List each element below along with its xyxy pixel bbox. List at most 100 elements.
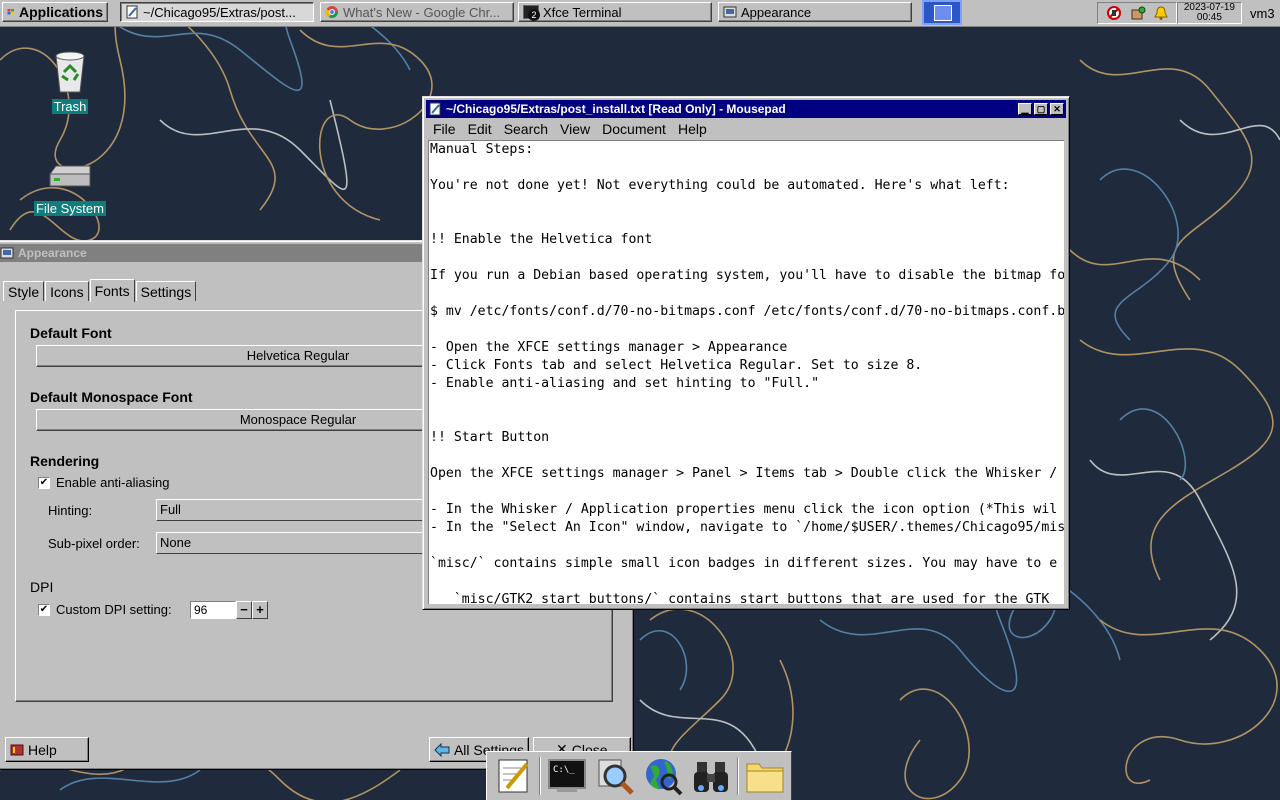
search-icon <box>598 759 634 795</box>
dpi-heading: DPI <box>30 579 54 595</box>
task-label: What's New - Google Chr... <box>343 4 501 20</box>
menu-view[interactable]: View <box>554 121 596 137</box>
custom-dpi-row[interactable]: ✔ Custom DPI setting: <box>38 602 172 617</box>
xfce-logo-icon <box>7 9 14 15</box>
text-line <box>429 285 1064 303</box>
dpi-spinner[interactable]: − + <box>190 601 268 619</box>
notification-bell-icon[interactable] <box>1154 6 1168 20</box>
menu-edit[interactable]: Edit <box>462 121 498 137</box>
help-button[interactable]: Help <box>5 737 89 762</box>
text-line: Open the XFCE settings manager > Panel >… <box>430 466 1058 481</box>
mousepad-titlebar[interactable]: ~/Chicago95/Extras/post_install.txt [Rea… <box>426 100 1066 118</box>
text-line <box>429 393 1064 411</box>
clock-area[interactable]: 2023-07-19 00:45 <box>1176 2 1242 24</box>
desktop-icon-file-system[interactable]: File System <box>30 160 110 216</box>
applications-menu-button[interactable]: Applications <box>2 2 108 22</box>
text-line: If you run a Debian based operating syst… <box>430 268 1064 283</box>
task-mousepad[interactable]: ~/Chicago95/Extras/post... <box>120 2 314 22</box>
menu-file[interactable]: File <box>427 121 462 137</box>
chrome-icon <box>325 6 338 18</box>
mousepad-menubar: File Edit Search View Document Help <box>427 119 1065 139</box>
task-chrome[interactable]: What's New - Google Chr... <box>320 2 514 22</box>
dpi-increment-button[interactable]: + <box>252 601 268 619</box>
task-label: Appearance <box>741 4 812 20</box>
antialias-checkbox[interactable]: ✔ <box>38 476 50 489</box>
help-book-icon <box>10 744 24 755</box>
text-line <box>429 321 1064 339</box>
appearance-icon <box>0 247 14 259</box>
desktop-icon-trash[interactable]: Trash <box>30 46 110 114</box>
dock-text-editor[interactable] <box>491 754 535 798</box>
applications-label: Applications <box>18 4 103 20</box>
task-label: ~/Chicago95/Extras/post... <box>143 4 296 20</box>
folder-icon <box>746 763 784 793</box>
clock-time: 00:45 <box>1196 12 1222 23</box>
network-disconnected-icon[interactable] <box>1106 5 1122 21</box>
mousepad-text-area[interactable]: Manual Steps: You're not done yet! Not ev… <box>428 140 1064 604</box>
mousepad-icon <box>429 102 441 116</box>
task-terminal[interactable]: 2 Xfce Terminal <box>518 2 712 22</box>
task-label: Xfce Terminal <box>543 4 622 20</box>
text-line: `misc/` contains simple small icon badge… <box>430 556 1058 571</box>
mousepad-window: ~/Chicago95/Extras/post_install.txt [Rea… <box>422 96 1070 610</box>
desktop-icon-label: Trash <box>51 99 89 114</box>
close-window-button[interactable]: ✕ <box>1050 103 1064 115</box>
notification-area <box>1096 2 1177 24</box>
svg-text:C:\_: C:\_ <box>553 765 575 775</box>
custom-dpi-checkbox[interactable]: ✔ <box>38 603 50 616</box>
text-line: - Open the XFCE settings manager > Appea… <box>430 340 788 355</box>
mono-font-heading: Default Monospace Font <box>30 389 193 405</box>
dpi-input[interactable] <box>190 601 236 619</box>
text-line <box>429 159 1064 177</box>
workspace-switcher[interactable] <box>922 0 962 25</box>
menu-search[interactable]: Search <box>498 121 554 137</box>
binoculars-icon <box>694 762 728 792</box>
text-line <box>429 249 1064 267</box>
rendering-heading: Rendering <box>30 453 100 469</box>
antialias-row[interactable]: ✔ Enable anti-aliasing <box>38 475 169 490</box>
menu-help[interactable]: Help <box>672 121 713 137</box>
subpixel-label: Sub-pixel order: <box>48 536 140 551</box>
terminal-icon: C:\_ <box>548 759 586 792</box>
dock-terminal[interactable]: C:\_ <box>545 754 589 798</box>
task-group-badge: 2 <box>528 9 540 21</box>
dock-binoculars[interactable] <box>689 754 733 798</box>
window-title: ~/Chicago95/Extras/post_install.txt [Rea… <box>446 102 786 116</box>
text-line: - Enable anti-aliasing and set hinting t… <box>430 376 820 391</box>
dock-search[interactable] <box>593 754 637 798</box>
text-line <box>429 411 1064 429</box>
dpi-decrement-button[interactable]: − <box>236 601 252 619</box>
text-line <box>429 213 1064 231</box>
tab-icons[interactable]: Icons <box>45 281 89 301</box>
tab-style[interactable]: Style <box>3 281 45 301</box>
desktop-icon-label: File System <box>34 201 106 216</box>
package-updates-icon[interactable] <box>1130 5 1146 21</box>
mousepad-icon <box>126 5 138 19</box>
terminal-icon: 2 <box>523 5 540 21</box>
menu-document[interactable]: Document <box>596 121 672 137</box>
task-appearance[interactable]: Appearance <box>718 2 912 22</box>
text-line: Manual Steps: <box>430 142 534 157</box>
maximize-button[interactable]: ▢ <box>1034 103 1048 115</box>
appearance-icon <box>723 6 737 18</box>
dock-web-browser[interactable] <box>641 754 685 798</box>
minimize-button[interactable]: ▁ <box>1018 103 1032 115</box>
window-controls: ▁ ▢ ✕ <box>1016 103 1066 115</box>
dock-separator <box>737 757 739 795</box>
workspace-window-preview <box>934 5 952 21</box>
text-line: `misc/GTK2 start buttons/` contains star… <box>430 592 1050 604</box>
text-line: - In the "Select An Icon" window, naviga… <box>430 520 1064 535</box>
web-browser-icon <box>646 759 683 796</box>
user-name[interactable]: vm3 <box>1242 6 1280 21</box>
tab-fonts[interactable]: Fonts <box>89 279 135 302</box>
taskbar: Applications ~/Chicago95/Extras/post... … <box>0 0 1280 27</box>
tab-settings[interactable]: Settings <box>135 281 197 301</box>
text-line <box>429 537 1064 555</box>
system-tray: 2023-07-19 00:45 vm3 <box>1096 2 1280 24</box>
appearance-tabs: Style Icons Fonts Settings <box>3 279 197 302</box>
dock-folder[interactable] <box>743 754 787 798</box>
custom-dpi-label: Custom DPI setting: <box>56 602 172 617</box>
desktop: Trash File System Appearance Style Icons… <box>0 0 1280 800</box>
hinting-label: Hinting: <box>48 503 93 518</box>
text-line <box>429 195 1064 213</box>
